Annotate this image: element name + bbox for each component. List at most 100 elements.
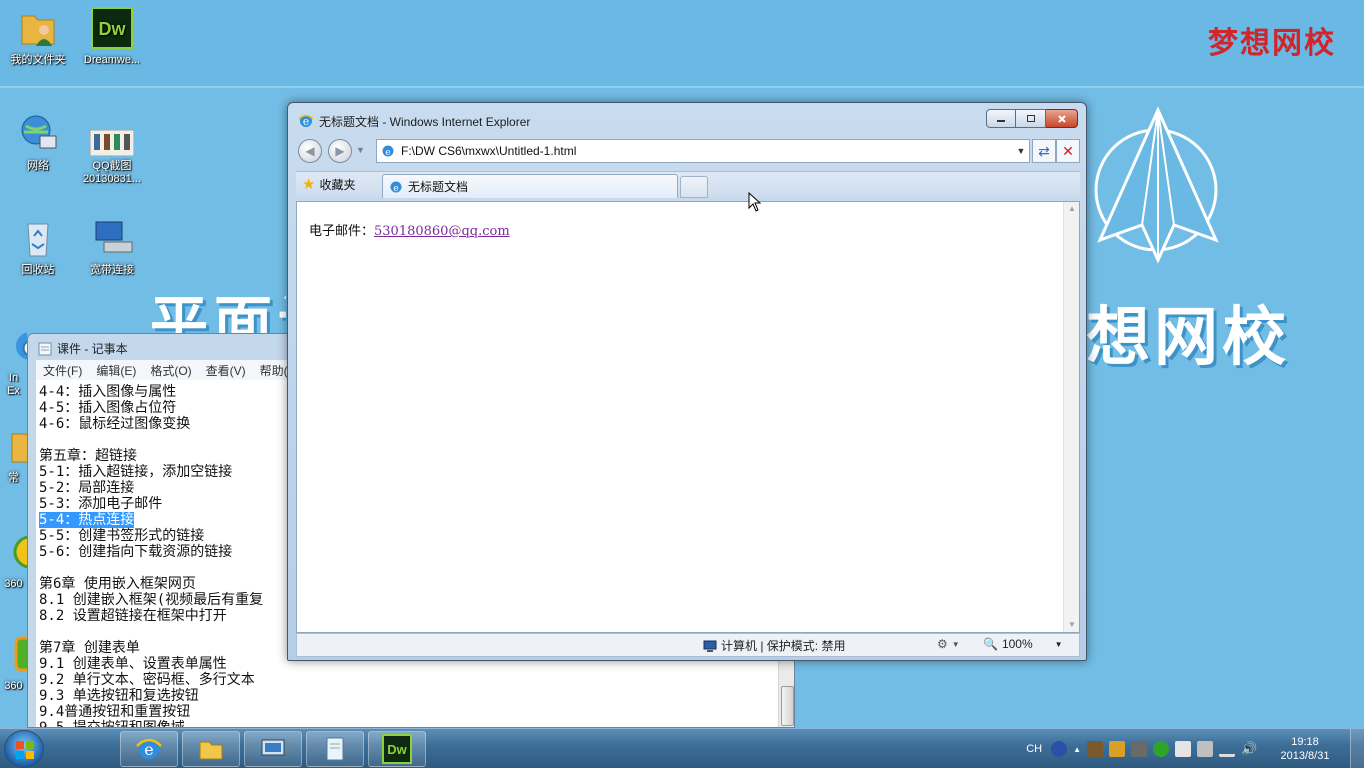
ie-title: 无标题文档 - Windows Internet Explorer xyxy=(319,114,531,129)
tray-app-icon[interactable] xyxy=(1109,741,1125,757)
text-line: ​ xyxy=(39,560,263,576)
close-icon xyxy=(1057,114,1066,123)
broadband-icon xyxy=(95,221,133,253)
menu-file[interactable]: 文件(F) xyxy=(36,362,89,379)
tab-ie-icon: e xyxy=(390,181,402,194)
volume-icon[interactable]: 🔊 xyxy=(1241,741,1257,757)
taskbar-ie-button[interactable]: e xyxy=(120,731,178,767)
dreamweaver-taskbar-icon: Dw xyxy=(382,734,412,764)
explorer-taskbar-icon xyxy=(199,741,223,760)
refresh-button[interactable]: ⇄ xyxy=(1032,139,1056,163)
svg-text:e: e xyxy=(385,148,390,158)
minimize-button[interactable] xyxy=(986,109,1016,128)
stop-button[interactable]: ✕ xyxy=(1056,139,1080,163)
ie-window[interactable]: e 无标题文档 - Windows Internet Explorer ◀ ▶ … xyxy=(287,102,1087,661)
desktop-icon-360[interactable]: 360 xyxy=(0,530,27,591)
popup-blocker-button[interactable]: ⚙ ▼ xyxy=(937,637,960,651)
magnifier-icon: 🔍 xyxy=(983,637,998,651)
taskbar-dreamweaver-button[interactable]: Dw xyxy=(368,731,426,767)
favorites-button[interactable]: ★ 收藏夹 xyxy=(302,175,355,193)
remote-desktop-taskbar-icon xyxy=(261,739,285,756)
taskbar-remote-button[interactable] xyxy=(244,731,302,767)
back-button[interactable]: ◀ xyxy=(298,139,322,163)
360-app-icon xyxy=(14,636,27,672)
desktop-icon-label: 常 xyxy=(8,472,19,484)
tab-untitled[interactable]: e 无标题文档 xyxy=(382,174,678,198)
tray-app-icon[interactable] xyxy=(1131,741,1147,757)
taskbar-explorer-button[interactable] xyxy=(182,731,240,767)
help-tray-icon[interactable] xyxy=(1051,741,1068,757)
desktop-icon-network[interactable]: 网络 xyxy=(0,112,76,173)
address-dropdown-icon[interactable]: ▼ xyxy=(1013,146,1029,156)
clock[interactable]: 19:18 2013/8/31 xyxy=(1260,735,1350,763)
scroll-down-icon[interactable]: ▼ xyxy=(1064,618,1080,632)
text-line: 第6章 使用嵌入框架网页 xyxy=(39,576,196,592)
close-button[interactable] xyxy=(1046,109,1078,128)
text-line: ​ xyxy=(39,432,263,448)
favorites-star-icon: ★ xyxy=(302,176,316,193)
ie-app-icon: e xyxy=(298,114,314,128)
maximize-button[interactable] xyxy=(1016,109,1046,128)
text-line: 5-1：插入超链接，添加空链接 xyxy=(39,464,233,480)
desktop-icon-360-app[interactable]: 360 xyxy=(0,632,27,693)
wallpaper-band xyxy=(0,86,1364,88)
svg-text:e: e xyxy=(303,115,310,128)
desktop-icon-broadband[interactable]: 宽带连接 xyxy=(74,216,150,277)
gear-icon: ⚙ xyxy=(937,637,948,651)
tray-app-icon[interactable] xyxy=(1197,741,1213,757)
restore-icon xyxy=(1026,114,1035,122)
ie-titlebar[interactable]: e 无标题文档 - Windows Internet Explorer xyxy=(298,111,530,131)
chevron-down-icon: ▼ xyxy=(1054,639,1063,649)
show-desktop-button[interactable] xyxy=(1350,729,1364,768)
desktop-icon-dreamweaver[interactable]: Dw Dreamwe... xyxy=(74,6,150,67)
notepad-titlebar[interactable]: 课件 - 记事本 xyxy=(38,340,128,357)
tray-expand-icon[interactable]: ▲ xyxy=(1073,745,1081,754)
menu-edit[interactable]: 编辑(E) xyxy=(89,362,143,379)
tab-label: 无标题文档 xyxy=(408,180,469,194)
menu-view[interactable]: 查看(V) xyxy=(199,362,253,379)
history-dropdown-icon[interactable]: ▼ xyxy=(356,145,365,155)
wallpaper-logo-icon xyxy=(1094,106,1219,264)
text-line: 5-5：创建书签形式的链接 xyxy=(39,528,205,544)
email-link[interactable]: 530180860@qq.com xyxy=(374,224,510,239)
scrollbar-thumb[interactable] xyxy=(781,686,794,726)
360-icon xyxy=(13,535,27,569)
desktop-icon-label-2: Ex xyxy=(7,385,20,397)
page-viewport[interactable]: 电子邮件：530180860@qq.com ▲ ▼ xyxy=(296,201,1080,633)
text-line: 9.5 提交按钮和图像域 xyxy=(39,720,185,728)
address-bar[interactable]: e F:\DW CS6\mxwx\Untitled-1.html ▼ xyxy=(376,139,1030,163)
desktop-icon-recycle-bin[interactable]: 回收站 xyxy=(0,216,76,277)
language-indicator[interactable]: CH xyxy=(1026,743,1042,755)
desktop-icon-label: Dreamwe... xyxy=(83,54,141,66)
text-line: 9.3 单选按钮和复选按钮 xyxy=(39,688,199,704)
wallpaper-top xyxy=(0,0,1364,86)
security-zone-label: 计算机 | 保护模式: 禁用 xyxy=(721,639,846,653)
desktop-icon-my-folder[interactable]: 我的文件夹 xyxy=(0,6,76,67)
windows-logo-icon xyxy=(16,741,34,759)
desktop-icon-folder-partial[interactable]: 常 xyxy=(0,424,27,485)
start-button[interactable] xyxy=(4,730,44,768)
desktop-icon-ie[interactable]: e In Ex xyxy=(0,324,27,398)
desktop-icon-label: 回收站 xyxy=(21,264,55,276)
security-zone[interactable]: 计算机 | 保护模式: 禁用 xyxy=(703,637,845,654)
menu-format[interactable]: 格式(O) xyxy=(143,362,198,379)
recycle-bin-icon xyxy=(27,223,49,257)
viewport-scrollbar[interactable]: ▲ ▼ xyxy=(1063,202,1079,632)
action-center-icon[interactable] xyxy=(1175,741,1191,757)
favorites-label: 收藏夹 xyxy=(319,177,356,192)
page-ie-icon: e xyxy=(382,145,394,158)
zoom-control[interactable]: 🔍 100% ▼ xyxy=(983,637,1063,651)
refresh-icon: ⇄ xyxy=(1038,142,1050,159)
notepad-app-icon xyxy=(38,342,52,355)
selected-text-line: 5-4：热点连接 xyxy=(39,512,135,528)
forward-button[interactable]: ▶ xyxy=(328,139,352,163)
computer-zone-icon xyxy=(703,640,717,652)
dreamweaver-taskbar-label: Dw xyxy=(387,742,407,757)
desktop-icon-qq-screenshot[interactable]: QQ截图 20130831... xyxy=(74,130,150,186)
network-signal-icon[interactable] xyxy=(1219,741,1235,757)
tray-360-icon[interactable] xyxy=(1153,741,1169,757)
scroll-up-icon[interactable]: ▲ xyxy=(1064,202,1080,216)
taskbar-notepad-button[interactable] xyxy=(306,731,364,767)
new-tab-button[interactable] xyxy=(680,176,708,198)
tray-app-icon[interactable] xyxy=(1087,741,1103,757)
